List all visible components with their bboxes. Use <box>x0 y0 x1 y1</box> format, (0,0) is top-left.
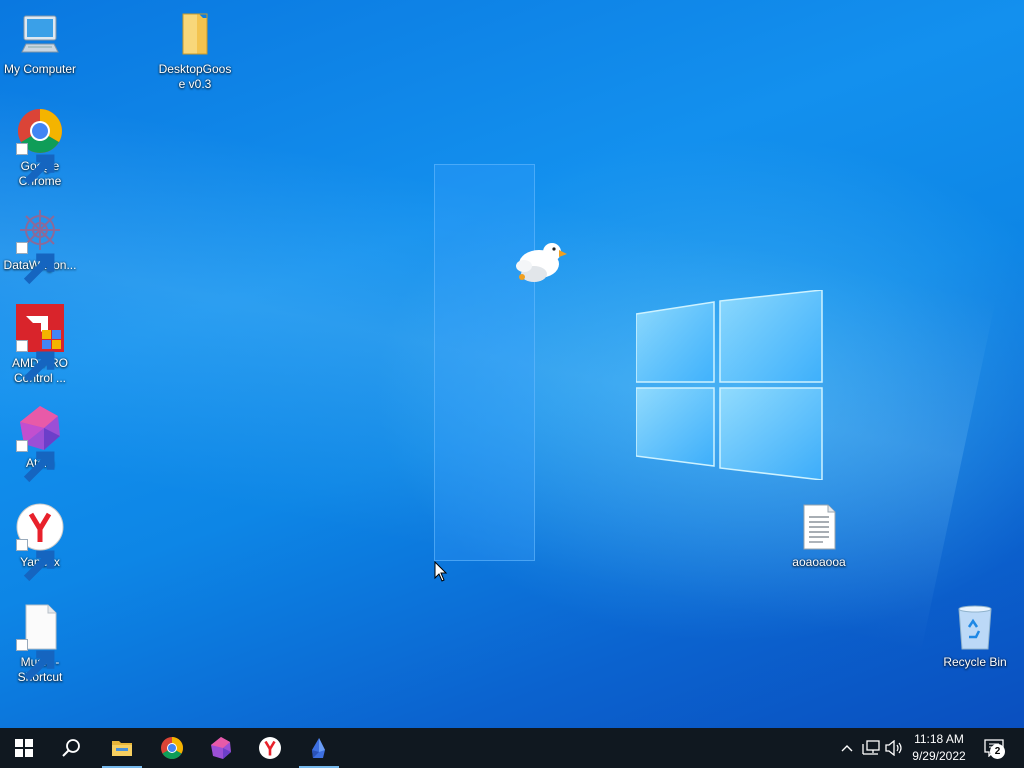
taskbar-atom[interactable] <box>197 728 245 768</box>
shortcut-arrow-icon <box>16 242 55 285</box>
taskbar-file-explorer[interactable] <box>98 728 146 768</box>
goose-icon <box>312 738 325 758</box>
chrome-icon <box>16 107 64 186</box>
search-button[interactable] <box>48 728 96 768</box>
text-file-icon <box>795 503 843 551</box>
chrome-icon <box>161 737 183 759</box>
yandex-icon <box>259 737 281 759</box>
network-icon <box>862 740 880 755</box>
goose-sprite <box>516 243 567 282</box>
notification-count-badge: 2 <box>990 744 1005 759</box>
desktop-icon-my-computer[interactable]: My Computer <box>0 10 80 77</box>
folder-icon <box>112 741 132 756</box>
taskbar-goose[interactable] <box>295 728 343 768</box>
yandex-icon <box>16 503 64 582</box>
desktop-icon-desktopgoose[interactable]: DesktopGoos e v0.3 <box>155 10 235 92</box>
windows-start-icon <box>15 739 33 757</box>
desktop-icon-music-shortcut[interactable]: Music - Shortcut <box>0 603 80 685</box>
shortcut-arrow-icon <box>16 143 55 186</box>
icon-label: Recycle Bin <box>943 655 1007 669</box>
taskbar-chrome[interactable] <box>148 728 196 768</box>
shortcut-arrow-icon <box>16 639 55 682</box>
monitor-icon <box>16 10 64 58</box>
amd-icon <box>16 304 64 383</box>
taskbar-yandex[interactable] <box>246 728 294 768</box>
icon-label: DesktopGoos e v0.3 <box>158 62 232 91</box>
datawagon-icon <box>16 206 64 285</box>
windows-logo-wallpaper <box>636 290 823 480</box>
recycle-bin-icon <box>951 603 999 651</box>
desktop-icon-amd-pro-control[interactable]: AMD PRO Control ... <box>0 304 80 386</box>
clock-date: 9/29/2022 <box>912 749 966 763</box>
desktop[interactable]: My Computer DesktopGoos e v0.3 Google Ch… <box>0 0 1024 728</box>
volume-button[interactable] <box>884 728 904 768</box>
desktop-icon-datawagon[interactable]: DataWagon... <box>0 206 80 285</box>
atom-icon <box>16 404 64 483</box>
selection-rectangle <box>434 164 535 561</box>
shortcut-arrow-icon <box>16 340 55 383</box>
icon-label: My Computer <box>3 62 77 76</box>
shortcut-arrow-icon <box>16 539 55 582</box>
start-button[interactable] <box>0 728 48 768</box>
shortcut-arrow-icon <box>16 440 55 483</box>
desktop-icon-aoaoaooa[interactable]: aoaoaooa <box>779 503 859 570</box>
speaker-icon <box>885 740 902 756</box>
desktop-icon-recycle-bin[interactable]: Recycle Bin <box>935 603 1015 670</box>
chevron-up-icon <box>841 745 853 752</box>
file-icon <box>16 603 64 682</box>
icon-label: aoaoaooa <box>792 555 846 569</box>
folder-icon <box>171 10 219 58</box>
desktop-icon-google-chrome[interactable]: Google Chrome <box>0 107 80 189</box>
network-button[interactable] <box>860 728 882 768</box>
show-hidden-icons-button[interactable] <box>838 728 856 768</box>
atom-icon <box>211 737 231 759</box>
mouse-cursor-icon <box>434 561 448 582</box>
desktop-icon-yandex[interactable]: Yandex <box>0 503 80 582</box>
clock[interactable]: 11:18 AM 9/29/2022 <box>906 731 972 765</box>
search-icon <box>62 739 80 757</box>
taskbar: 11:18 AM 9/29/2022 <box>0 728 1024 768</box>
clock-time: 11:18 AM <box>914 732 964 746</box>
desktop-icon-atom[interactable]: Atom <box>0 404 80 483</box>
